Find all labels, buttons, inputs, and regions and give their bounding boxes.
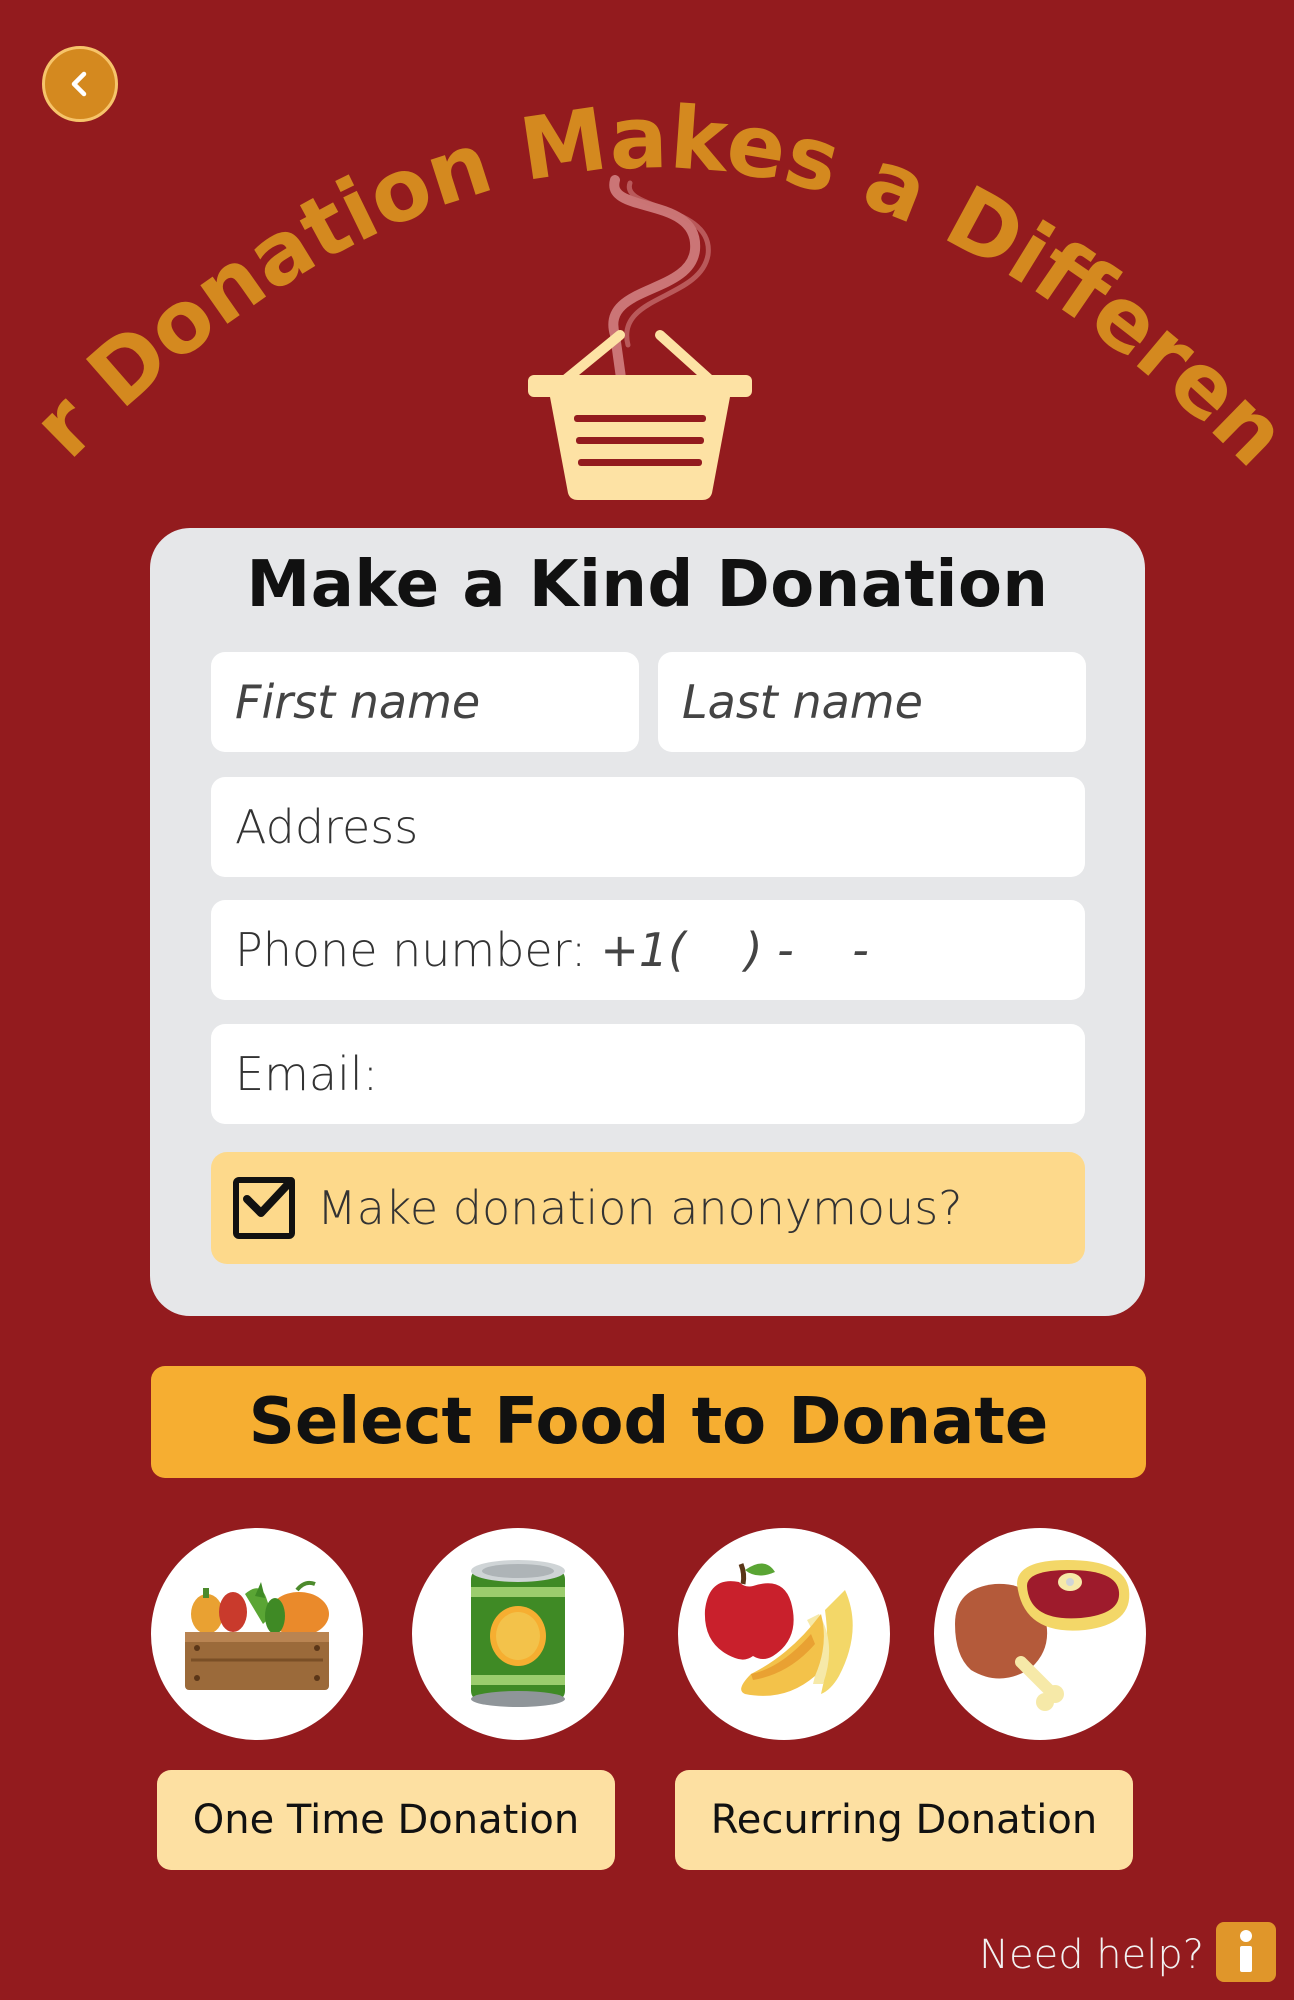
canned-food-icon: [471, 1560, 565, 1707]
recurring-donation-button[interactable]: Recurring Donation: [675, 1770, 1133, 1870]
anonymous-option[interactable]: Make donation anonymous?: [211, 1152, 1085, 1264]
address-field[interactable]: Address: [211, 777, 1085, 877]
donation-form-card: Make a Kind Donation First name Last nam…: [150, 528, 1145, 1316]
form-title: Make a Kind Donation: [246, 548, 1049, 622]
need-help-label[interactable]: Need help?: [979, 1932, 1204, 1978]
produce-crate-icon: [185, 1580, 329, 1690]
food-option-produce[interactable]: [151, 1528, 363, 1740]
anonymous-label: Make donation anonymous?: [317, 1181, 963, 1235]
first-name-field[interactable]: First name: [211, 652, 639, 752]
phone-mask: +1( ) - -: [600, 923, 869, 977]
info-glyph: [1240, 1930, 1252, 1972]
fruit-icon: [704, 1563, 853, 1696]
food-option-fruit[interactable]: [678, 1528, 890, 1740]
food-option-canned[interactable]: [412, 1528, 624, 1740]
checkmark-icon: [243, 1177, 295, 1217]
address-placeholder: Address: [235, 800, 419, 854]
basket-icon: [528, 175, 752, 500]
meat-icon: [955, 1560, 1130, 1711]
last-name-placeholder: Last name: [682, 675, 923, 729]
phone-label: Phone number:: [235, 923, 587, 977]
phone-field[interactable]: Phone number: +1( ) - -: [211, 900, 1085, 1000]
select-food-button[interactable]: Select Food to Donate: [151, 1366, 1146, 1478]
last-name-field[interactable]: Last name: [658, 652, 1086, 752]
first-name-placeholder: First name: [235, 675, 481, 729]
email-label: Email:: [235, 1047, 379, 1101]
anonymous-checkbox[interactable]: [233, 1177, 295, 1239]
info-icon[interactable]: [1216, 1922, 1276, 1982]
food-option-meat[interactable]: [934, 1528, 1146, 1740]
email-field[interactable]: Email:: [211, 1024, 1085, 1124]
one-time-donation-button[interactable]: One Time Donation: [157, 1770, 615, 1870]
